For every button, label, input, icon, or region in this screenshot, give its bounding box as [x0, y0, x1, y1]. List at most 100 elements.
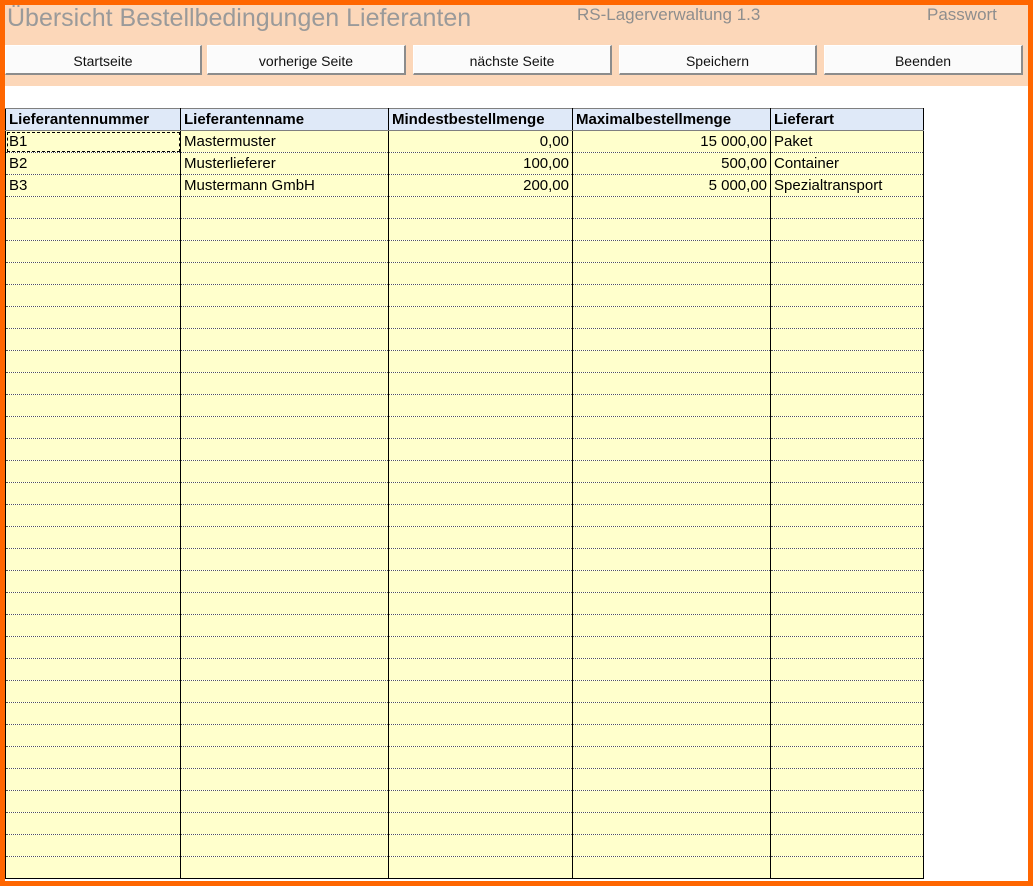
- cell-min-order[interactable]: [388, 262, 573, 285]
- cell-supplier-number[interactable]: [5, 856, 181, 879]
- cell-delivery-type[interactable]: [770, 416, 924, 439]
- cell-supplier-name[interactable]: [180, 702, 389, 725]
- cell-max-order[interactable]: [572, 372, 771, 395]
- cell-supplier-number[interactable]: [5, 196, 181, 219]
- cell-supplier-number[interactable]: [5, 614, 181, 637]
- cell-min-order[interactable]: [388, 856, 573, 879]
- cell-supplier-name[interactable]: [180, 614, 389, 637]
- cell-min-order[interactable]: [388, 306, 573, 329]
- cell-delivery-type[interactable]: Paket: [770, 130, 924, 153]
- cell-supplier-name[interactable]: [180, 350, 389, 373]
- cell-min-order[interactable]: [388, 658, 573, 681]
- cell-min-order[interactable]: [388, 570, 573, 593]
- cell-delivery-type[interactable]: [770, 746, 924, 769]
- quit-button[interactable]: Beenden: [824, 45, 1023, 75]
- cell-min-order[interactable]: 200,00: [388, 174, 573, 197]
- cell-supplier-name[interactable]: [180, 658, 389, 681]
- cell-delivery-type[interactable]: [770, 614, 924, 637]
- column-header-delivery-type[interactable]: Lieferart: [770, 108, 924, 131]
- cell-supplier-name[interactable]: [180, 482, 389, 505]
- cell-supplier-number[interactable]: [5, 460, 181, 483]
- cell-supplier-name[interactable]: [180, 438, 389, 461]
- cell-supplier-name[interactable]: [180, 328, 389, 351]
- cell-supplier-name[interactable]: [180, 768, 389, 791]
- cell-min-order[interactable]: [388, 614, 573, 637]
- cell-supplier-number[interactable]: [5, 218, 181, 241]
- cell-delivery-type[interactable]: [770, 856, 924, 879]
- cell-supplier-number[interactable]: [5, 768, 181, 791]
- cell-min-order[interactable]: [388, 812, 573, 835]
- cell-supplier-number[interactable]: [5, 504, 181, 527]
- cell-max-order[interactable]: [572, 306, 771, 329]
- cell-supplier-name[interactable]: Musterlieferer: [180, 152, 389, 175]
- cell-supplier-number[interactable]: [5, 372, 181, 395]
- cell-delivery-type[interactable]: [770, 482, 924, 505]
- cell-supplier-number[interactable]: [5, 724, 181, 747]
- cell-max-order[interactable]: [572, 658, 771, 681]
- cell-delivery-type[interactable]: [770, 570, 924, 593]
- cell-supplier-name[interactable]: [180, 460, 389, 483]
- cell-max-order[interactable]: [572, 768, 771, 791]
- cell-min-order[interactable]: [388, 394, 573, 417]
- cell-min-order[interactable]: [388, 416, 573, 439]
- cell-max-order[interactable]: [572, 438, 771, 461]
- cell-supplier-name[interactable]: [180, 592, 389, 615]
- cell-supplier-number[interactable]: [5, 240, 181, 263]
- cell-max-order[interactable]: [572, 240, 771, 263]
- cell-supplier-name[interactable]: [180, 790, 389, 813]
- cell-max-order[interactable]: [572, 328, 771, 351]
- cell-min-order[interactable]: [388, 746, 573, 769]
- cell-supplier-name[interactable]: [180, 548, 389, 571]
- cell-supplier-number[interactable]: [5, 548, 181, 571]
- cell-delivery-type[interactable]: [770, 548, 924, 571]
- cell-supplier-number[interactable]: [5, 592, 181, 615]
- cell-min-order[interactable]: [388, 328, 573, 351]
- cell-max-order[interactable]: [572, 856, 771, 879]
- cell-max-order[interactable]: 500,00: [572, 152, 771, 175]
- cell-min-order[interactable]: [388, 768, 573, 791]
- cell-supplier-name[interactable]: [180, 504, 389, 527]
- password-link[interactable]: Passwort: [927, 5, 997, 25]
- cell-supplier-name[interactable]: Mastermuster: [180, 130, 389, 153]
- column-header-max-order[interactable]: Maximalbestellmenge: [572, 108, 771, 131]
- cell-supplier-number[interactable]: [5, 306, 181, 329]
- cell-max-order[interactable]: [572, 592, 771, 615]
- cell-supplier-number[interactable]: [5, 284, 181, 307]
- cell-min-order[interactable]: [388, 636, 573, 659]
- cell-delivery-type[interactable]: [770, 218, 924, 241]
- cell-supplier-name[interactable]: [180, 416, 389, 439]
- cell-min-order[interactable]: [388, 680, 573, 703]
- cell-max-order[interactable]: 5 000,00: [572, 174, 771, 197]
- cell-max-order[interactable]: [572, 482, 771, 505]
- cell-max-order[interactable]: [572, 416, 771, 439]
- cell-max-order[interactable]: [572, 702, 771, 725]
- cell-supplier-number[interactable]: [5, 702, 181, 725]
- cell-supplier-number[interactable]: [5, 658, 181, 681]
- cell-supplier-number[interactable]: [5, 570, 181, 593]
- cell-max-order[interactable]: [572, 196, 771, 219]
- cell-supplier-number[interactable]: [5, 328, 181, 351]
- cell-supplier-name[interactable]: [180, 262, 389, 285]
- cell-min-order[interactable]: [388, 834, 573, 857]
- cell-delivery-type[interactable]: [770, 262, 924, 285]
- cell-delivery-type[interactable]: [770, 240, 924, 263]
- cell-max-order[interactable]: [572, 548, 771, 571]
- cell-supplier-number[interactable]: [5, 416, 181, 439]
- cell-min-order[interactable]: [388, 526, 573, 549]
- cell-supplier-name[interactable]: [180, 636, 389, 659]
- cell-max-order[interactable]: [572, 834, 771, 857]
- cell-supplier-name[interactable]: [180, 812, 389, 835]
- cell-supplier-name[interactable]: [180, 196, 389, 219]
- cell-supplier-number[interactable]: B2: [5, 152, 181, 175]
- cell-supplier-name[interactable]: [180, 218, 389, 241]
- previous-page-button[interactable]: vorherige Seite: [207, 45, 406, 75]
- cell-delivery-type[interactable]: [770, 834, 924, 857]
- cell-min-order[interactable]: [388, 240, 573, 263]
- cell-delivery-type[interactable]: [770, 372, 924, 395]
- cell-supplier-number[interactable]: B1: [5, 130, 181, 153]
- cell-delivery-type[interactable]: Spezialtransport: [770, 174, 924, 197]
- cell-delivery-type[interactable]: [770, 724, 924, 747]
- cell-supplier-name[interactable]: [180, 306, 389, 329]
- cell-supplier-number[interactable]: [5, 262, 181, 285]
- cell-max-order[interactable]: [572, 262, 771, 285]
